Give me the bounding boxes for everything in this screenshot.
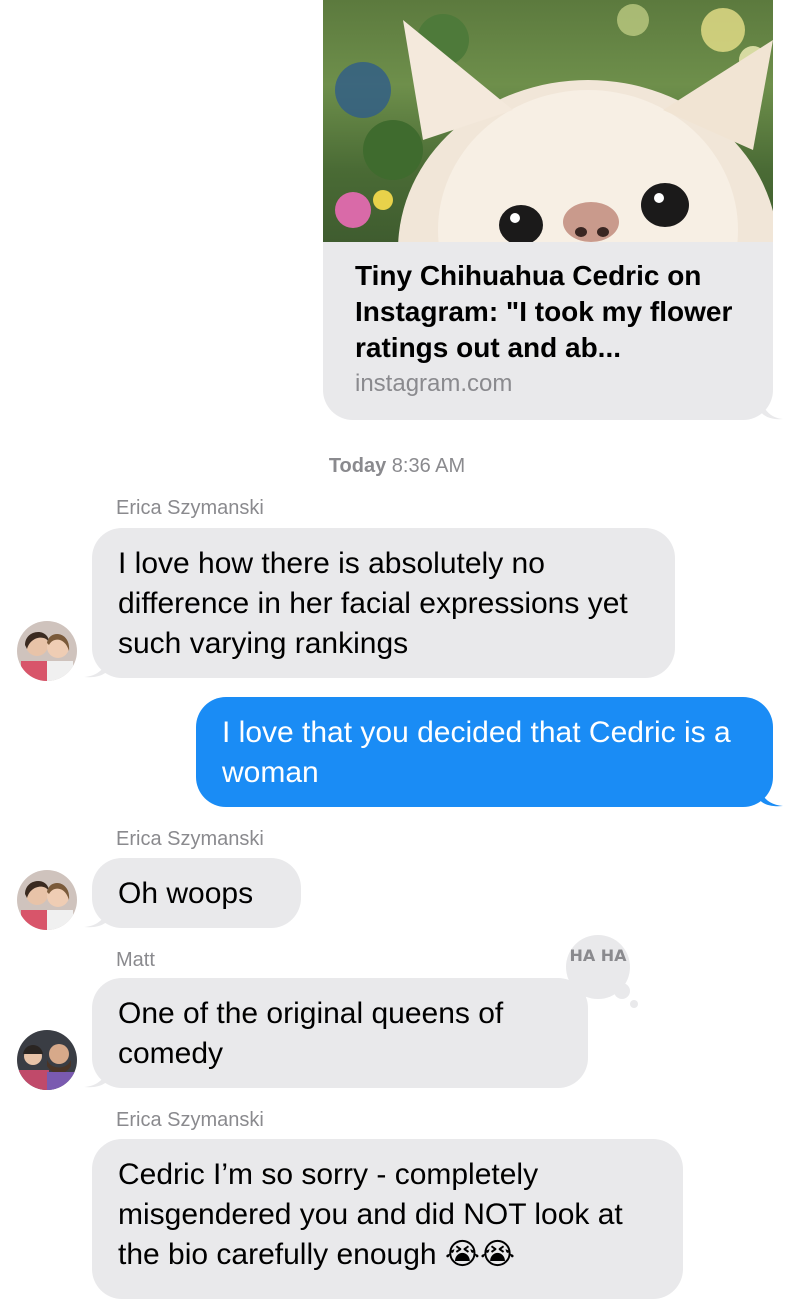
avatar[interactable] bbox=[17, 621, 77, 681]
message-text: I love that you decided that Cedric is a… bbox=[222, 716, 731, 789]
message-bubble[interactable]: One of the original queens of comedy bbox=[84, 978, 588, 1088]
tapback-label: HA HA bbox=[569, 946, 627, 965]
avatar[interactable] bbox=[17, 1030, 77, 1090]
link-title: Tiny Chihuahua Cedric on Instagram: "I t… bbox=[355, 260, 733, 363]
haha-tapback-icon[interactable]: HA HA bbox=[564, 935, 644, 1010]
avatar-photo-icon bbox=[17, 870, 77, 930]
message-text: I love how there is absolutely no differ… bbox=[118, 547, 628, 660]
sender-name: Matt bbox=[116, 949, 155, 971]
message-bubble[interactable]: Oh woops bbox=[84, 858, 301, 928]
avatar-photo-icon bbox=[17, 1030, 77, 1090]
timestamp: Today 8:36 AM bbox=[0, 455, 794, 478]
avatar[interactable] bbox=[17, 870, 77, 930]
message-bubble-sent[interactable]: I love that you decided that Cedric is a… bbox=[196, 697, 783, 807]
sender-name: Erica Szymanski bbox=[116, 497, 264, 519]
message-text: Oh woops bbox=[118, 877, 254, 910]
timestamp-day: Today bbox=[328, 455, 387, 477]
link-preview-card[interactable]: Tiny Chihuahua Cedric on Instagram: "I t… bbox=[323, 0, 783, 420]
chihuahua-photo bbox=[323, 0, 773, 242]
link-domain: instagram.com bbox=[355, 370, 513, 397]
sender-name: Erica Szymanski bbox=[116, 1109, 264, 1131]
message-bubble[interactable]: Cedric I’m so sorry - completely misgend… bbox=[92, 1139, 683, 1299]
bubble-tail bbox=[84, 656, 108, 678]
timestamp-time: 8:36 AM bbox=[391, 455, 466, 477]
bubble-tail bbox=[84, 1066, 108, 1088]
avatar-photo-icon bbox=[17, 621, 77, 681]
bubble-tail bbox=[84, 906, 108, 928]
sender-name: Erica Szymanski bbox=[116, 828, 264, 850]
message-bubble[interactable]: I love how there is absolutely no differ… bbox=[84, 528, 675, 678]
message-text: Cedric I’m so sorry - completely misgend… bbox=[118, 1158, 623, 1271]
bubble-tail bbox=[761, 398, 783, 420]
message-text: One of the original queens of comedy bbox=[118, 997, 504, 1070]
bubble-tail bbox=[759, 785, 783, 807]
